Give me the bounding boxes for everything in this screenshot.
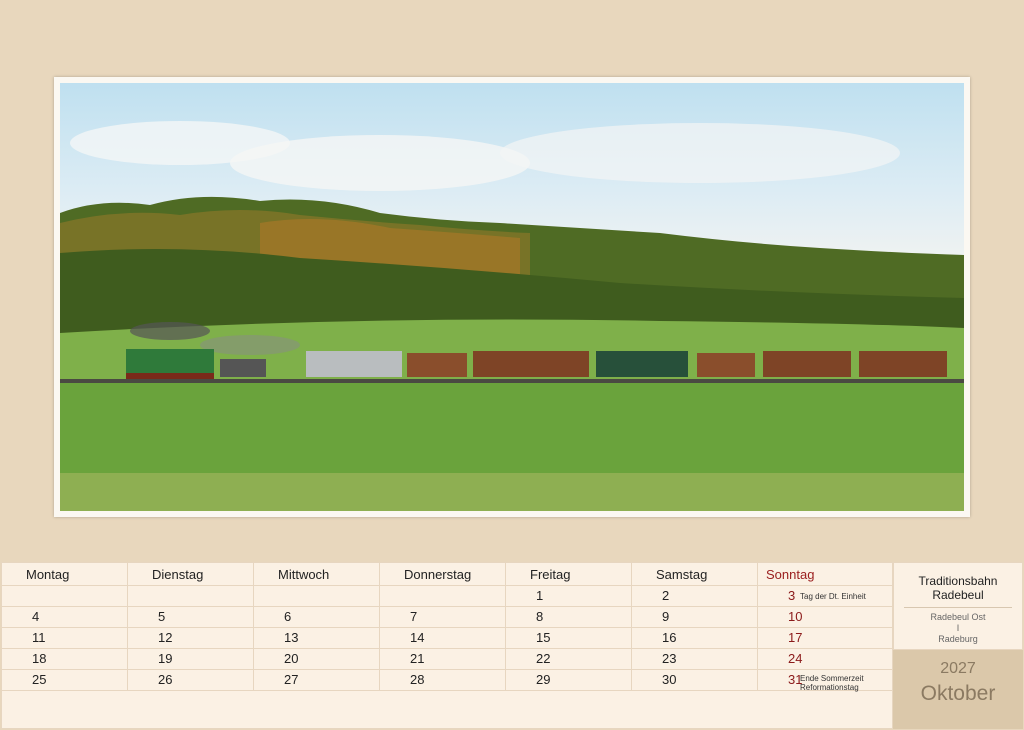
week-row: 18 19 20 21 22 23 24: [2, 649, 892, 670]
train-photo: [60, 83, 964, 511]
weekday-header: Mittwoch: [254, 563, 380, 585]
day-cell: 2: [632, 586, 758, 606]
day-cell: 27: [254, 670, 380, 690]
route-from: Radebeul Ost: [930, 612, 986, 622]
weekday-header: Dienstag: [128, 563, 254, 585]
calendar-grid: Montag Dienstag Mittwoch Donnerstag Frei…: [1, 562, 893, 729]
weekday-header: Freitag: [506, 563, 632, 585]
day-cell: 7: [380, 607, 506, 627]
day-cell-sunday: 10: [788, 609, 803, 624]
day-cell: 16: [632, 628, 758, 648]
holiday-label: Ende Sommerzeit Reformationstag: [800, 674, 864, 692]
day-cell: 5: [128, 607, 254, 627]
day-cell: 26: [128, 670, 254, 690]
week-row: 11 12 13 14 15 16 17: [2, 628, 892, 649]
weekday-header: Montag: [2, 563, 128, 585]
day-cell: [254, 586, 380, 606]
day-cell: 4: [2, 607, 128, 627]
day-cell-sunday: 3 Tag der Dt. Einheit: [758, 586, 884, 606]
day-cell: 12: [128, 628, 254, 648]
day-cell: 28: [380, 670, 506, 690]
holiday-line: Ende Sommerzeit: [800, 674, 864, 683]
day-cell-sunday: 31 Ende Sommerzeit Reformationstag: [758, 670, 884, 692]
day-cell: 18: [2, 649, 128, 669]
day-number: 3: [788, 588, 796, 603]
photo-frame: [54, 77, 970, 517]
weekday-header: Donnerstag: [380, 563, 506, 585]
day-cell: 29: [506, 670, 632, 690]
day-cell: [380, 586, 506, 606]
railway-name: Traditionsbahn Radebeul: [894, 574, 1022, 602]
day-cell: 8: [506, 607, 632, 627]
day-cell: 25: [2, 670, 128, 690]
day-cell-sunday: 17: [788, 630, 803, 645]
divider: [904, 607, 1012, 608]
day-cell: 20: [254, 649, 380, 669]
holiday-line: Reformationstag: [800, 683, 859, 692]
empty-row: [2, 691, 892, 730]
weekday-header-sunday: Sonntag: [766, 567, 815, 582]
side-panel-date: 2027 Oktober: [893, 650, 1023, 729]
week-row: 25 26 27 28 29 30 31 Ende Sommerzeit Ref…: [2, 670, 892, 692]
day-cell: 23: [632, 649, 758, 669]
railway-name-line: Radebeul: [932, 588, 984, 602]
route-separator: I: [956, 623, 960, 633]
railway-name-line: Traditionsbahn: [918, 574, 998, 588]
day-cell: 22: [506, 649, 632, 669]
landscape-illustration: [60, 121, 964, 511]
day-cell: [128, 586, 254, 606]
route-to: Radeburg: [938, 634, 978, 644]
day-cell: [2, 586, 128, 606]
day-cell: 30: [632, 670, 758, 690]
side-panel-info: Traditionsbahn Radebeul Radebeul Ost I R…: [893, 562, 1023, 650]
day-cell: 14: [380, 628, 506, 648]
day-cell: 1: [506, 586, 632, 606]
weekday-header-row: Montag Dienstag Mittwoch Donnerstag Frei…: [2, 563, 892, 586]
day-cell: 15: [506, 628, 632, 648]
week-row: 1 2 3 Tag der Dt. Einheit: [2, 586, 892, 607]
day-cell: 13: [254, 628, 380, 648]
day-cell: 6: [254, 607, 380, 627]
day-cell: 19: [128, 649, 254, 669]
day-cell: 9: [632, 607, 758, 627]
weekday-header: Samstag: [632, 563, 758, 585]
day-cell-sunday: 24: [788, 651, 803, 666]
week-row: 4 5 6 7 8 9 10: [2, 607, 892, 628]
calendar-year: 2027: [940, 660, 976, 677]
day-cell: 21: [380, 649, 506, 669]
calendar-month: Oktober: [920, 682, 996, 705]
holiday-label: Tag der Dt. Einheit: [800, 592, 866, 601]
day-cell: 11: [2, 628, 128, 648]
